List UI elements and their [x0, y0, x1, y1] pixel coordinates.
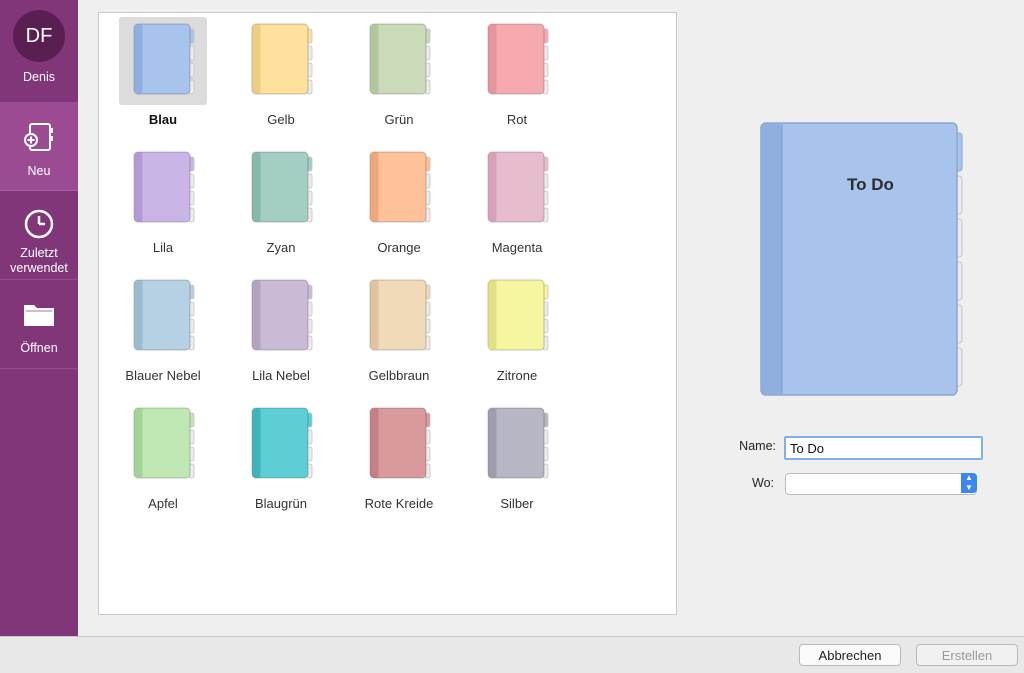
notebook-color-label: Gelb	[267, 112, 295, 127]
notebook-icon	[133, 279, 195, 351]
name-input[interactable]	[784, 436, 983, 460]
sidebar-item-label: Öffnen	[20, 341, 58, 355]
notebook-color-label: Magenta	[491, 240, 543, 255]
notebook-color-label: Lila Nebel	[252, 368, 310, 383]
notebook-thumb	[473, 401, 561, 489]
notebook-color-label: Rot	[506, 112, 528, 127]
notebook-icon	[369, 279, 431, 351]
notebook-thumb	[355, 273, 443, 361]
notebook-thumb	[119, 145, 207, 233]
create-button[interactable]: Erstellen	[916, 644, 1018, 666]
location-select[interactable]: ▲ ▼	[785, 473, 977, 495]
notebook-thumb	[237, 401, 325, 489]
notebook-thumb	[473, 17, 561, 105]
notebook-icon	[251, 279, 313, 351]
sidebar-item-neu[interactable]: Neu	[0, 102, 78, 191]
sidebar-item-label: Neu	[27, 164, 51, 178]
notebook-color-label: Rote Kreide	[364, 496, 434, 511]
notebook-thumb	[355, 401, 443, 489]
notebook-icon	[487, 23, 549, 95]
notebook-color-label: Blauer Nebel	[125, 368, 201, 383]
notebook-preview: To Do	[758, 120, 963, 400]
notebook-color-option[interactable]: Rot	[469, 17, 565, 127]
notebook-thumb	[355, 145, 443, 233]
notebook-color-option[interactable]: Zyan	[233, 145, 329, 255]
notebook-icon	[369, 23, 431, 95]
notebook-thumb	[119, 17, 207, 105]
avatar[interactable]: DF	[13, 10, 65, 62]
notebook-color-label: Grün	[384, 112, 414, 127]
notebook-color-label: Zitrone	[496, 368, 538, 383]
cancel-button[interactable]: Abbrechen	[799, 644, 901, 666]
notebook-icon	[487, 407, 549, 479]
notebook-preview-icon	[760, 122, 963, 396]
notebook-icon	[133, 23, 195, 95]
notebook-color-option[interactable]: Blau	[115, 17, 211, 127]
wo-label: Wo:	[752, 476, 774, 490]
notebook-color-label: Lila	[152, 240, 174, 255]
notebook-icon	[133, 151, 195, 223]
notebook-color-option[interactable]: Lila Nebel	[233, 273, 329, 383]
notebook-color-grid: Blau Gelb Grün Rot Lila Zyan Orange Magenta Blau…	[98, 12, 677, 615]
sidebar-item-zuletzt-verwendet[interactable]: Zuletzt verwendet	[0, 190, 78, 280]
notebook-color-option[interactable]: Apfel	[115, 401, 211, 511]
notebook-color-option[interactable]: Gelbbraun	[351, 273, 447, 383]
clock-icon	[24, 209, 54, 239]
notebook-icon	[487, 151, 549, 223]
notebook-thumb	[119, 401, 207, 489]
sidebar-item-label: Zuletzt verwendet	[10, 246, 68, 275]
notebook-icon	[369, 407, 431, 479]
preview-title: To Do	[847, 175, 894, 194]
notebook-color-label: Apfel	[148, 496, 178, 511]
footer-bar: Abbrechen Erstellen	[0, 636, 1024, 673]
notebook-color-label: Gelbbraun	[368, 368, 430, 383]
new-notebook-icon	[24, 123, 53, 151]
notebook-color-option[interactable]: Silber	[469, 401, 565, 511]
notebook-thumb	[237, 145, 325, 233]
notebook-icon	[251, 23, 313, 95]
notebook-color-option[interactable]: Magenta	[469, 145, 565, 255]
notebook-icon	[251, 151, 313, 223]
folder-icon	[24, 305, 54, 326]
notebook-color-option[interactable]: Orange	[351, 145, 447, 255]
sidebar: DF Denis Neu Zuletzt verwendet Öffnen	[0, 0, 78, 636]
notebook-color-option[interactable]: Gelb	[233, 17, 329, 127]
notebook-color-option[interactable]: Grün	[351, 17, 447, 127]
notebook-icon	[487, 279, 549, 351]
notebook-color-label: Blau	[148, 112, 178, 127]
notebook-thumb	[237, 17, 325, 105]
notebook-color-label: Silber	[500, 496, 534, 511]
main-area: Blau Gelb Grün Rot Lila Zyan Orange Magenta Blau…	[78, 0, 1024, 636]
user-account[interactable]: DF Denis	[0, 0, 78, 103]
notebook-color-option[interactable]: Rote Kreide	[351, 401, 447, 511]
notebook-icon	[369, 151, 431, 223]
notebook-color-label: Zyan	[266, 240, 296, 255]
notebook-thumb	[473, 273, 561, 361]
sidebar-item-oeffnen[interactable]: Öffnen	[0, 279, 78, 369]
notebook-color-option[interactable]: Zitrone	[469, 273, 565, 383]
name-label: Name:	[739, 439, 776, 453]
notebook-color-option[interactable]: Blauer Nebel	[115, 273, 211, 383]
notebook-thumb	[237, 273, 325, 361]
notebook-thumb	[473, 145, 561, 233]
notebook-color-option[interactable]: Lila	[115, 145, 211, 255]
notebook-thumb	[119, 273, 207, 361]
notebook-thumb	[355, 17, 443, 105]
notebook-icon	[133, 407, 195, 479]
select-arrows-icon[interactable]: ▲ ▼	[961, 473, 977, 493]
notebook-color-label: Orange	[377, 240, 421, 255]
user-name: Denis	[23, 70, 55, 84]
notebook-color-label: Blaugrün	[254, 496, 308, 511]
notebook-color-option[interactable]: Blaugrün	[233, 401, 329, 511]
notebook-icon	[251, 407, 313, 479]
